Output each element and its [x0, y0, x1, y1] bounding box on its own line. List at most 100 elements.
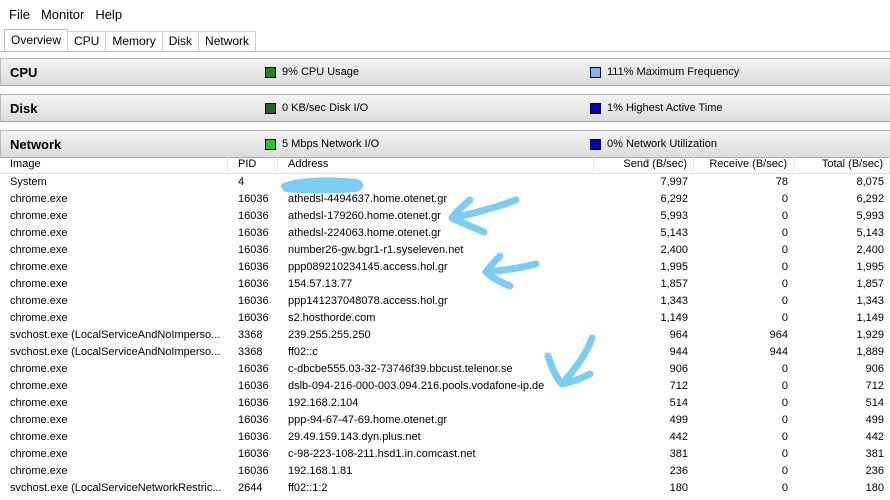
cpu-frequency-stat: 111% Maximum Frequency: [590, 66, 739, 78]
table-row[interactable]: svchost.exe (LocalServiceNetworkRestric.…: [0, 480, 890, 497]
network-io-label: 5 Mbps Network I/O: [282, 138, 380, 150]
cell-pid: 16036: [238, 397, 269, 409]
cell-receive: 0: [781, 261, 788, 273]
table-row[interactable]: chrome.exe 16036 athedsl-4494637.home.oten…: [0, 191, 890, 208]
cell-pid: 16036: [238, 278, 269, 290]
cell-receive: 964: [769, 329, 788, 341]
network-utilization-label: 0% Network Utilization: [607, 138, 718, 150]
cell-total: 499: [865, 414, 884, 426]
cell-receive: 0: [781, 227, 788, 239]
cell-pid: 16036: [238, 312, 269, 324]
cell-pid: 16036: [238, 414, 269, 426]
tab-network[interactable]: Network: [198, 31, 257, 51]
cell-pid: 16036: [238, 261, 269, 273]
table-row[interactable]: svchost.exe (LocalServiceAndNoImperso...…: [0, 327, 890, 344]
cell-send: 1,995: [660, 261, 688, 273]
cell-receive: 944: [769, 346, 788, 358]
cell-address: ff02::1:2: [288, 482, 328, 494]
column-header-send[interactable]: ∨ Send (B/sec): [594, 154, 694, 173]
table-row[interactable]: chrome.exe 16036 192.168.1.81 236 0 236: [0, 463, 890, 480]
network-utilization-stat: 0% Network Utilization: [590, 138, 717, 150]
cell-image: svchost.exe (LocalServiceAndNoImperso...: [10, 346, 221, 358]
cell-image: chrome.exe: [10, 295, 68, 307]
cell-send: 514: [669, 397, 688, 409]
menu-monitor[interactable]: Monitor: [36, 0, 89, 30]
cell-pid: 3368: [238, 329, 263, 341]
disk-io-label: 0 KB/sec Disk I/O: [282, 102, 369, 114]
cell-image: chrome.exe: [10, 312, 68, 324]
cell-receive: 0: [781, 380, 788, 392]
cell-receive: 0: [781, 465, 788, 477]
cell-address: 192.168.1.81: [288, 465, 353, 477]
table-row[interactable]: chrome.exe 16036 ppp141237048078.access.ho…: [0, 293, 890, 310]
table-row[interactable]: chrome.exe 16036 dslb-094-216-000-003.094.…: [0, 378, 890, 395]
table-row[interactable]: chrome.exe 16036 athedsl-179260.home.otene…: [0, 208, 890, 225]
cell-address: ff02::c: [288, 346, 318, 358]
cell-send: 712: [669, 380, 688, 392]
cell-total: 1,857: [856, 278, 884, 290]
cell-receive: 78: [775, 176, 788, 188]
cell-send: 1,343: [660, 295, 688, 307]
cell-pid: 2644: [238, 482, 263, 494]
tab-disk[interactable]: Disk: [161, 31, 200, 51]
cell-address: ppp141237048078.access.hol.gr: [288, 295, 448, 307]
menu-help[interactable]: Help: [90, 0, 127, 30]
column-header-pid[interactable]: PID: [228, 154, 278, 173]
cpu-usage-swatch: [265, 66, 276, 78]
cell-pid: 16036: [238, 363, 269, 375]
table-row[interactable]: chrome.exe 16036 athedsl-224063.home.otene…: [0, 225, 890, 242]
tab-overview[interactable]: Overview: [4, 29, 69, 51]
disk-active-stat: 1% Highest Active Time: [590, 102, 723, 114]
cell-send: 906: [669, 363, 688, 375]
table-row[interactable]: chrome.exe 16036 192.168.2.104 514 0 514: [0, 395, 890, 412]
table-row[interactable]: chrome.exe 16036 29.49.159.143.dyn.plus.ne…: [0, 429, 890, 446]
menu-file[interactable]: File: [4, 0, 35, 30]
disk-section-header[interactable]: Disk 0 KB/sec Disk I/O 1% Highest Active…: [0, 94, 890, 122]
table-row[interactable]: chrome.exe 16036 ppp089210234145.access.ho…: [0, 259, 890, 276]
cell-image: chrome.exe: [10, 244, 68, 256]
cell-receive: 0: [781, 244, 788, 256]
cell-pid: 4: [238, 176, 245, 188]
cell-address: c-dbcbe555.03-32-73746f39.bbcust.telenor…: [288, 363, 513, 375]
cell-total: 514: [865, 397, 884, 409]
cell-pid: 16036: [238, 431, 269, 443]
column-header-send-label: Send (B/sec): [623, 158, 687, 170]
cell-address: number26-gw.bgr1-r1.syseleven.net: [288, 244, 464, 256]
cell-pid: 16036: [238, 227, 269, 239]
disk-io-stat: 0 KB/sec Disk I/O: [265, 102, 368, 114]
table-row[interactable]: chrome.exe 16036 ppp-94-67-47-69.home.oten…: [0, 412, 890, 429]
table-row[interactable]: chrome.exe 16036 154.57.13.77 1,857 0 1,857: [0, 276, 890, 293]
cell-image: chrome.exe: [10, 397, 68, 409]
tab-cpu[interactable]: CPU: [67, 31, 107, 51]
table-row[interactable]: chrome.exe 16036 c-98-223-108-211.hsd1.in.…: [0, 446, 890, 463]
table-body: System 4 7,997 78 8,075 chrome.exe 16036 atheds…: [0, 174, 890, 497]
tab-memory[interactable]: Memory: [105, 31, 163, 51]
cell-address: athedsl-179260.home.otenet.gr: [288, 210, 441, 222]
column-header-receive[interactable]: Receive (B/sec): [694, 154, 794, 173]
cell-send: 5,993: [660, 210, 688, 222]
cell-send: 442: [669, 431, 688, 443]
column-header-address[interactable]: Address: [278, 154, 594, 173]
table-row[interactable]: chrome.exe 16036 s2.hosthorde.com 1,149 0 1,1…: [0, 310, 890, 327]
cell-image: chrome.exe: [10, 380, 68, 392]
cell-address: 29.49.159.143.dyn.plus.net: [288, 431, 421, 443]
column-header-image[interactable]: Image: [0, 154, 228, 173]
cell-send: 180: [669, 482, 688, 494]
cell-pid: 16036: [238, 465, 269, 477]
cell-total: 906: [865, 363, 884, 375]
cell-image: chrome.exe: [10, 431, 68, 443]
cpu-section-header[interactable]: CPU 9% CPU Usage 111% Maximum Frequency: [0, 58, 890, 86]
cell-send: 499: [669, 414, 688, 426]
column-header-total[interactable]: Total (B/sec): [794, 154, 890, 173]
cell-address: dslb-094-216-000-003.094.216.pools.vodaf…: [288, 380, 545, 392]
cell-total: 1,995: [856, 261, 884, 273]
cell-pid: 16036: [238, 244, 269, 256]
table-row[interactable]: chrome.exe 16036 c-dbcbe555.03-32-73746f39…: [0, 361, 890, 378]
cell-send: 1,149: [660, 312, 688, 324]
network-table: Image PID Address ∨ Send (B/sec) Receive…: [0, 154, 890, 497]
table-row[interactable]: chrome.exe 16036 number26-gw.bgr1-r1.sysel…: [0, 242, 890, 259]
table-row[interactable]: System 4 7,997 78 8,075: [0, 174, 890, 191]
cell-pid: 3368: [238, 346, 263, 358]
cell-send: 236: [669, 465, 688, 477]
table-row[interactable]: svchost.exe (LocalServiceAndNoImperso...…: [0, 344, 890, 361]
